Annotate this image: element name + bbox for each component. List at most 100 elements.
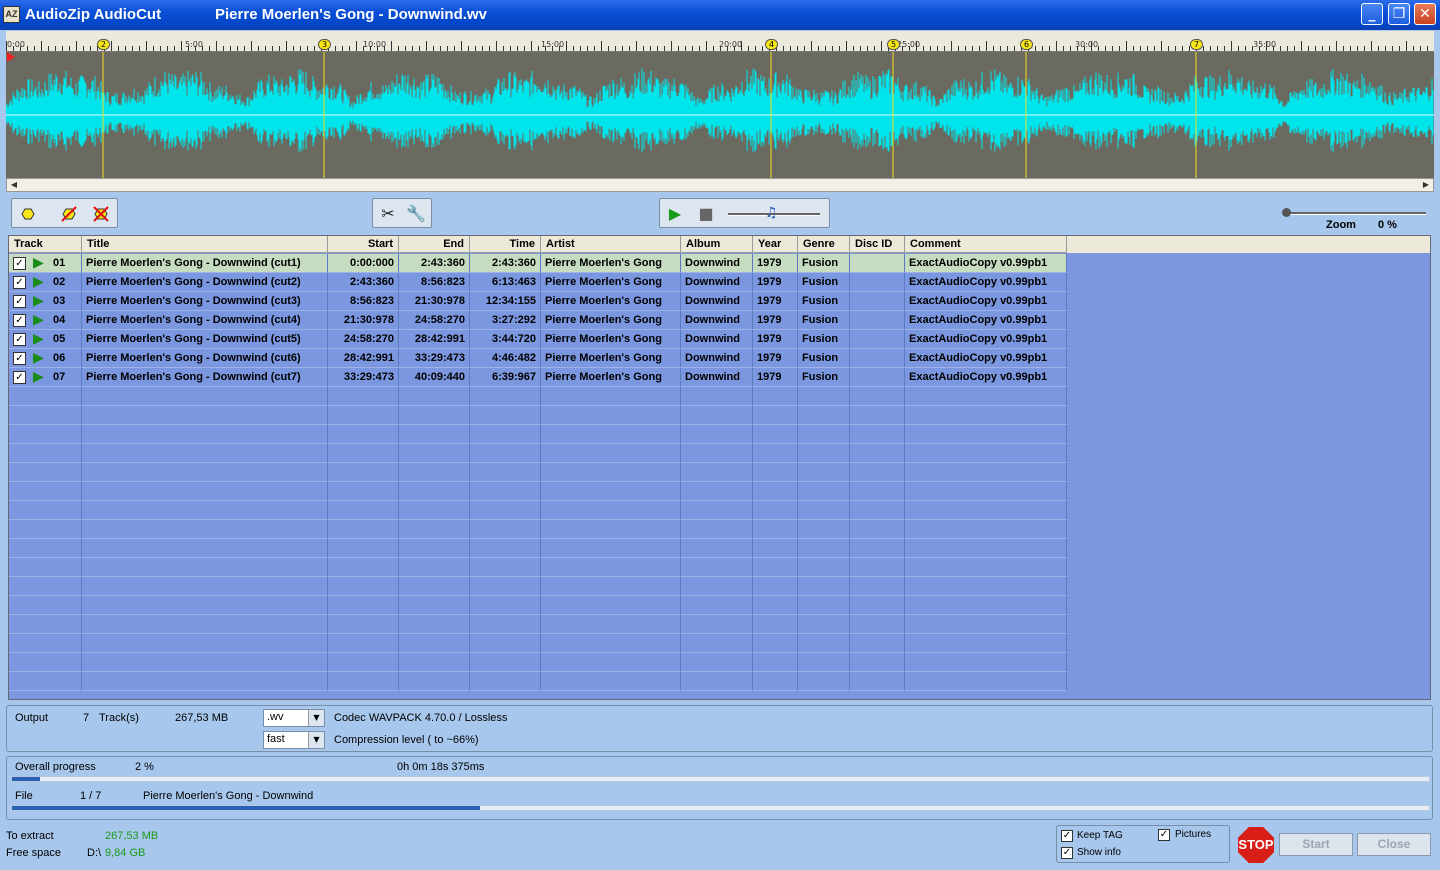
ruler-time-label: 15:00 xyxy=(541,40,565,49)
column-header-album[interactable]: Album xyxy=(681,236,753,253)
cell-end xyxy=(399,387,470,406)
format-select[interactable]: .wv ▼ xyxy=(263,709,325,727)
cut-marker-badge[interactable]: 2 xyxy=(97,39,110,50)
cell-comment xyxy=(905,577,1067,596)
table-row[interactable]: ✓ ▶ 07 Pierre Moerlen's Gong - Downwind (cu… xyxy=(9,368,1430,387)
cell-end: 28:42:991 xyxy=(399,330,470,349)
zoom-slider[interactable] xyxy=(1286,212,1426,215)
waveform-view[interactable] xyxy=(6,52,1434,178)
play-track-icon[interactable]: ▶ xyxy=(33,369,44,385)
cell-time xyxy=(470,634,541,653)
ruler-tick xyxy=(1182,46,1183,51)
column-header-track[interactable]: Track xyxy=(9,236,82,253)
column-header-genre[interactable]: Genre xyxy=(798,236,850,253)
cell-year xyxy=(753,596,798,615)
maximize-button[interactable]: ❐ xyxy=(1388,3,1410,25)
cell-start xyxy=(328,577,399,596)
ruler-tick xyxy=(167,46,168,51)
table-row[interactable]: ✓ ▶ 06 Pierre Moerlen's Gong - Downwind (cu… xyxy=(9,349,1430,368)
cut-button[interactable]: ✂ xyxy=(378,204,398,224)
track-checkbox[interactable]: ✓ xyxy=(13,295,26,308)
column-header-end[interactable]: End xyxy=(399,236,470,253)
column-header-disc-id[interactable]: Disc ID xyxy=(850,236,905,253)
empty-table-row xyxy=(9,634,1430,653)
output-label: Output xyxy=(15,712,49,724)
play-button[interactable]: ▶ xyxy=(665,204,685,224)
settings-button[interactable]: 🔧 xyxy=(406,204,426,224)
play-icon: ▶ xyxy=(668,204,682,223)
zoom-knob[interactable] xyxy=(1282,208,1291,217)
add-marker-button[interactable] xyxy=(18,204,38,224)
stop-button[interactable]: STOP xyxy=(1238,827,1274,863)
cell-genre xyxy=(798,406,850,425)
track-checkbox[interactable]: ✓ xyxy=(13,257,26,270)
cut-marker-badge[interactable]: 7 xyxy=(1190,39,1203,50)
cut-marker-badge[interactable]: 3 xyxy=(318,39,331,50)
play-track-icon[interactable]: ▶ xyxy=(33,312,44,328)
chevron-down-icon[interactable]: ▼ xyxy=(308,732,324,748)
track-checkbox[interactable]: ✓ xyxy=(13,314,26,327)
column-header-time[interactable]: Time xyxy=(470,236,541,253)
time-ruler[interactable]: 0:00 5:00 10:00 15:00 20:00 25:00 30:00 35:00 2 3… xyxy=(6,31,1434,52)
table-row[interactable]: ✓ ▶ 04 Pierre Moerlen's Gong - Downwind (cu… xyxy=(9,311,1430,330)
ruler-tick xyxy=(664,46,665,51)
cell-track xyxy=(9,653,82,672)
scroll-right-icon[interactable]: ▶ xyxy=(1419,179,1433,191)
ruler-tick xyxy=(307,46,308,51)
track-table[interactable]: Track Title Start End Time Artist Album Year Gen… xyxy=(8,235,1431,700)
chevron-down-icon[interactable]: ▼ xyxy=(308,710,324,726)
scroll-left-icon[interactable]: ◀ xyxy=(7,179,21,191)
ruler-tick xyxy=(573,46,574,51)
play-track-icon[interactable]: ▶ xyxy=(33,293,44,309)
play-track-icon[interactable]: ▶ xyxy=(33,255,44,271)
title-bar[interactable]: AZ AudioZip AudioCut Pierre Moerlen's Go… xyxy=(0,0,1440,30)
show-info-checkbox[interactable]: ✓ xyxy=(1061,847,1073,859)
ruler-tick xyxy=(1357,46,1358,51)
ruler-tick xyxy=(1315,46,1316,51)
stop-playback-button[interactable]: ■ xyxy=(696,204,716,224)
close-button[interactable]: Close xyxy=(1357,833,1431,856)
track-checkbox[interactable]: ✓ xyxy=(13,352,26,365)
table-row[interactable]: ✓ ▶ 02 Pierre Moerlen's Gong - Downwind (cu… xyxy=(9,273,1430,292)
cell-artist xyxy=(541,520,681,539)
track-checkbox[interactable]: ✓ xyxy=(13,276,26,289)
minimize-button[interactable]: _ xyxy=(1361,3,1383,25)
cell-artist xyxy=(541,539,681,558)
cell-disc-id xyxy=(850,349,905,368)
ruler-tick xyxy=(482,46,483,51)
table-row[interactable]: ✓ ▶ 03 Pierre Moerlen's Gong - Downwind (cu… xyxy=(9,292,1430,311)
play-track-icon[interactable]: ▶ xyxy=(33,331,44,347)
cell-track: ✓ ▶ 01 xyxy=(9,254,82,273)
delete-marker-button[interactable] xyxy=(59,204,79,224)
column-header-artist[interactable]: Artist xyxy=(541,236,681,253)
keep-tag-checkbox[interactable]: ✓ xyxy=(1061,830,1073,842)
volume-knob-icon[interactable]: ♫ xyxy=(765,205,778,221)
cut-marker-badge[interactable]: 6 xyxy=(1020,39,1033,50)
column-header-comment[interactable]: Comment xyxy=(905,236,1067,253)
compression-level-select[interactable]: fast ▼ xyxy=(263,731,325,749)
start-button[interactable]: Start xyxy=(1279,833,1353,856)
ruler-tick xyxy=(118,46,119,51)
close-window-button[interactable]: ✕ xyxy=(1414,3,1436,25)
ruler-tick xyxy=(755,46,756,51)
cell-genre: Fusion xyxy=(798,349,850,368)
column-header-start[interactable]: Start xyxy=(328,236,399,253)
table-row[interactable]: ✓ ▶ 01 Pierre Moerlen's Gong - Downwind (cu… xyxy=(9,254,1430,273)
pictures-checkbox[interactable]: ✓ xyxy=(1158,829,1170,841)
cell-year xyxy=(753,539,798,558)
waveform-scrollbar[interactable]: ◀ ▶ xyxy=(6,178,1434,192)
track-checkbox[interactable]: ✓ xyxy=(13,333,26,346)
cut-marker-badge[interactable]: 4 xyxy=(765,39,778,50)
column-header-title[interactable]: Title xyxy=(82,236,328,253)
play-track-icon[interactable]: ▶ xyxy=(33,274,44,290)
cell-genre xyxy=(798,596,850,615)
cell-artist: Pierre Moerlen's Gong xyxy=(541,349,681,368)
column-header-year[interactable]: Year xyxy=(753,236,798,253)
cut-marker-badge[interactable]: 5 xyxy=(887,39,900,50)
to-extract-value: 267,53 MB xyxy=(105,830,159,842)
delete-all-markers-button[interactable] xyxy=(91,204,111,224)
table-row[interactable]: ✓ ▶ 05 Pierre Moerlen's Gong - Downwind (cu… xyxy=(9,330,1430,349)
track-checkbox[interactable]: ✓ xyxy=(13,371,26,384)
playhead-icon[interactable] xyxy=(7,52,15,62)
play-track-icon[interactable]: ▶ xyxy=(33,350,44,366)
